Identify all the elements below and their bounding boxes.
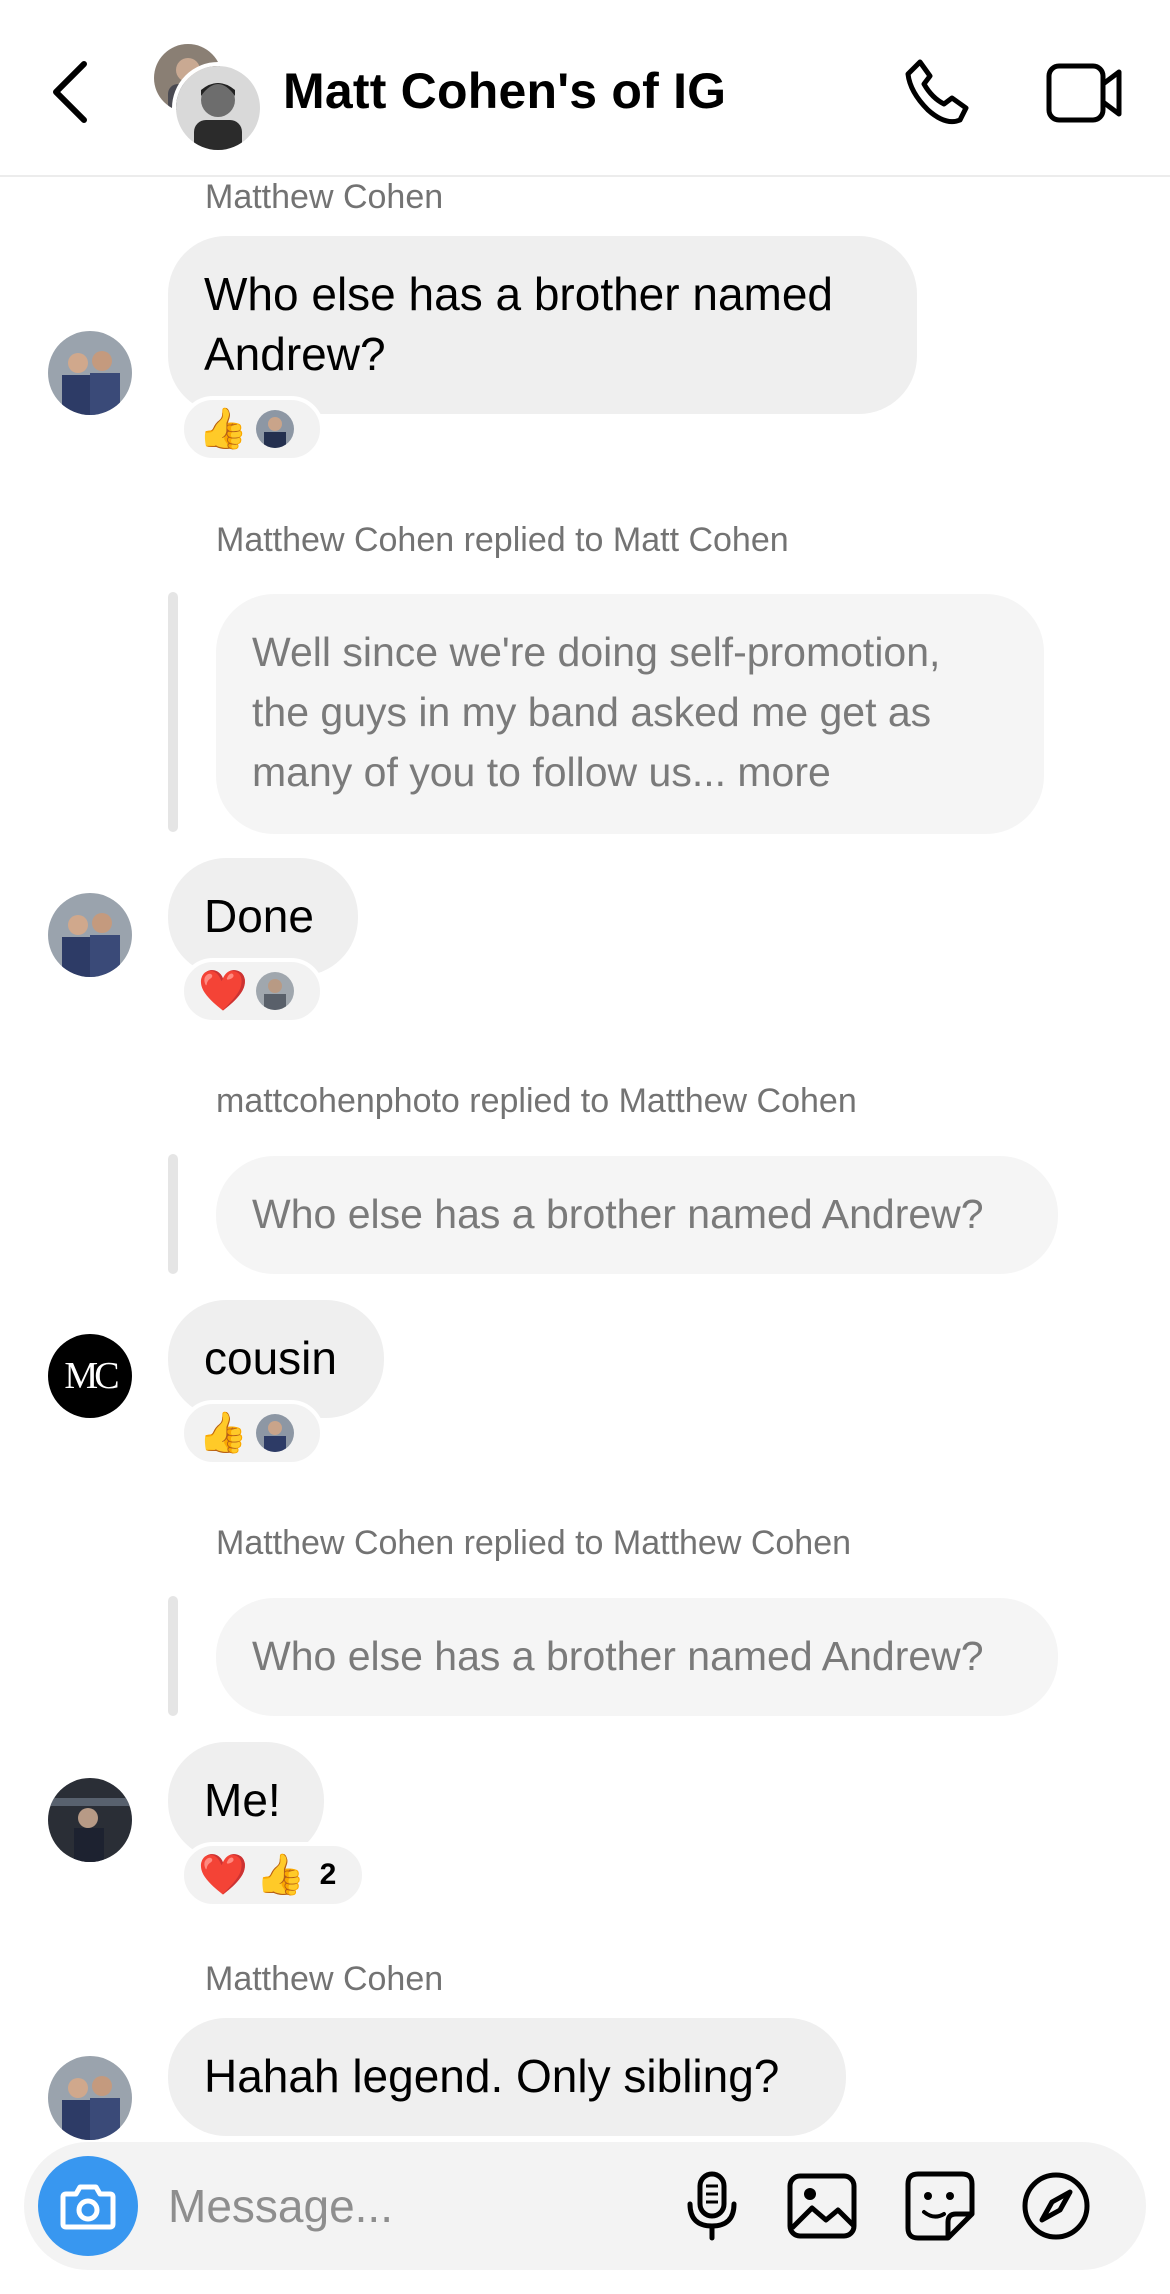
reply-indicator (168, 1154, 178, 1274)
avatar (255, 972, 294, 1010)
reply-header: Matthew Cohen replied to Matthew Cohen (216, 1524, 852, 1562)
message-text: Andrew? (204, 328, 386, 380)
thumbs-up-icon: 👍 (255, 1852, 306, 1898)
message-input[interactable] (166, 2172, 650, 2240)
sender-name: Matthew Cohen (205, 178, 444, 216)
compass-icon (1022, 2172, 1090, 2240)
avatar[interactable] (48, 1778, 132, 1862)
heart-icon: ❤️ (198, 968, 248, 1014)
explore-button[interactable] (1020, 2170, 1092, 2242)
message-text: Who else has a brother named (204, 268, 834, 320)
message-text: Me! (204, 1774, 281, 1826)
avatar[interactable] (48, 893, 132, 977)
reply-indicator (168, 592, 178, 832)
message-text: Done (204, 890, 314, 942)
microphone-icon (687, 2171, 737, 2241)
image-icon (787, 2173, 857, 2239)
gallery-button[interactable] (786, 2170, 858, 2242)
quoted-text: the guys in my band asked me get as (252, 689, 932, 735)
message-text: Hahah legend. Only sibling? (204, 2050, 780, 2102)
quoted-message[interactable]: Well since we're doing self-promotion, t… (216, 594, 1044, 834)
avatar[interactable] (48, 2056, 132, 2140)
quoted-text: Who else has a brother named Andrew? (252, 1633, 984, 1679)
thumbs-up-icon: 👍 (198, 406, 248, 452)
group-avatar[interactable] (150, 40, 264, 154)
phone-icon (905, 59, 969, 125)
reply-indicator (168, 1596, 178, 1716)
quoted-text: Who else has a brother named Andrew? (252, 1191, 984, 1237)
reply-header: mattcohenphoto replied to Matthew Cohen (216, 1082, 857, 1120)
audio-call-button[interactable] (900, 56, 972, 128)
camera-button[interactable] (38, 2156, 138, 2256)
quoted-message[interactable]: Who else has a brother named Andrew? (216, 1598, 1058, 1716)
reaction-pill[interactable]: ❤️ (180, 958, 324, 1024)
sender-name: Matthew Cohen (205, 1960, 444, 1998)
chevron-left-icon (53, 61, 87, 123)
message-bubble[interactable]: Who else has a brother named Andrew? (168, 236, 917, 414)
quoted-message[interactable]: Who else has a brother named Andrew? (216, 1156, 1058, 1274)
quoted-text: many of you to follow us... more (252, 749, 831, 795)
reaction-pill[interactable]: 👍 (180, 396, 324, 462)
member-avatar (172, 62, 264, 154)
quoted-text: Well since we're doing self-promotion, (252, 629, 941, 675)
sticker-icon (905, 2171, 975, 2241)
thumbs-up-icon: 👍 (198, 1410, 248, 1456)
chat-header: Matt Cohen's of IG (0, 0, 1170, 177)
reaction-pill[interactable]: 👍 (180, 1400, 324, 1466)
message-text: cousin (204, 1332, 337, 1384)
camera-icon (60, 2184, 116, 2230)
video-camera-icon (1046, 63, 1122, 123)
reaction-count: 2 (319, 1858, 337, 1891)
heart-icon: ❤️ (198, 1852, 248, 1898)
sticker-button[interactable] (904, 2170, 976, 2242)
voice-message-button[interactable] (676, 2170, 748, 2242)
message-bubble[interactable]: Hahah legend. Only sibling? (168, 2018, 846, 2136)
avatar[interactable]: MC (48, 1334, 132, 1418)
avatar (255, 410, 294, 448)
reply-header: Matthew Cohen replied to Matt Cohen (216, 521, 789, 559)
avatar (255, 1414, 294, 1452)
reaction-pill[interactable]: ❤️ 👍 2 (180, 1842, 366, 1908)
avatar-initials: MC (64, 1355, 119, 1397)
back-button[interactable] (44, 56, 100, 128)
video-call-button[interactable] (1045, 58, 1125, 128)
message-composer (24, 2142, 1146, 2270)
avatar[interactable] (48, 331, 132, 415)
chat-title[interactable]: Matt Cohen's of IG (283, 62, 726, 120)
